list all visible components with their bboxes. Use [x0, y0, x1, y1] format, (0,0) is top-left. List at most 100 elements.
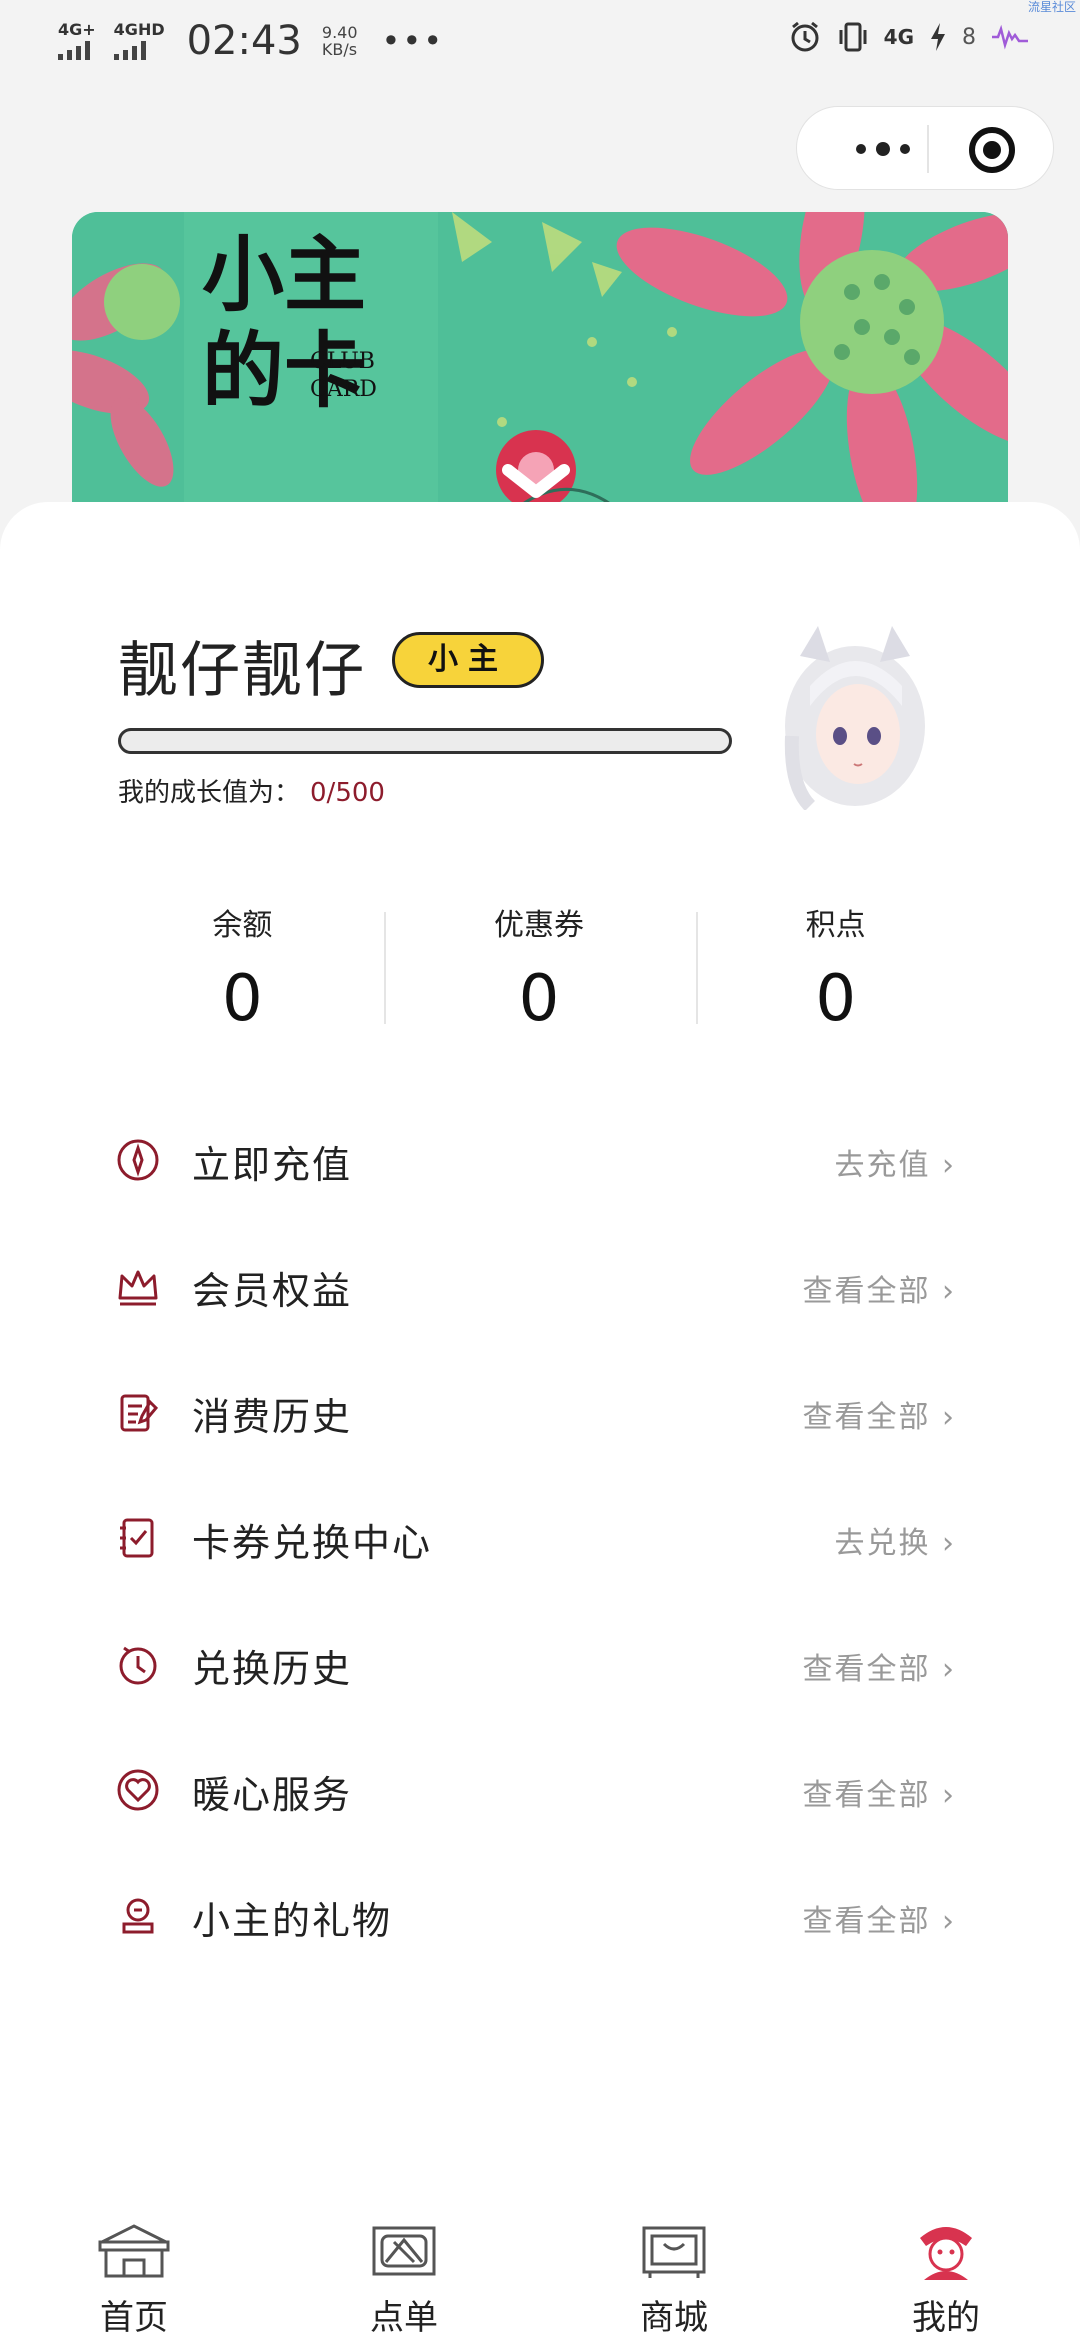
menu-benefits[interactable]: 会员权益 查看全部 › [0, 1220, 1080, 1346]
menu-exchange-history-action[interactable]: 查看全部 › [802, 1644, 956, 1688]
growth-label: 我的成长值为： [118, 778, 301, 808]
tab-order-label: 点单 [370, 2298, 438, 2338]
tab-home-label: 首页 [100, 2298, 168, 2338]
network-speed: 9.40 KB/s [322, 24, 358, 58]
signal-2: 4GHD [113, 20, 165, 60]
menu-voucher-center[interactable]: 卡券兑换中心 去兑换 › [0, 1472, 1080, 1598]
user-name: 靓仔靓仔 [118, 636, 366, 706]
menu-benefits-title: 会员权益 [192, 1269, 353, 1313]
stat-points-label: 积点 [805, 908, 866, 943]
menu-recharge-action-label: 去充值 [834, 1148, 931, 1183]
chevron-right-icon: › [942, 1526, 956, 1561]
club-card-banner[interactable]: 小主 的卡 CLUB CARD [72, 212, 1008, 532]
brand-subtitle: CLUB CARD [310, 348, 377, 404]
network-type: 4G [883, 25, 914, 49]
growth-value: 0/500 [310, 778, 385, 808]
menu-spending-history-title: 消费历史 [192, 1395, 353, 1439]
stat-points-value: 0 [815, 962, 857, 1036]
order-icon [372, 2226, 436, 2276]
chevron-right-icon: › [942, 1904, 956, 1939]
stat-coupons-value: 0 [518, 962, 560, 1036]
speed-value: 9.40 [321, 23, 358, 42]
brand-sub-line2: CARD [310, 377, 377, 402]
menu-gifts-action-label: 查看全部 [802, 1904, 931, 1939]
chevron-right-icon: › [942, 1778, 956, 1813]
more-menu-button[interactable] [837, 131, 929, 167]
bottom-tab-bar: 首页 点单 商城 我的 [0, 2200, 1080, 2340]
checklist-icon [120, 1518, 154, 1558]
tab-profile-label: 我的 [912, 2298, 980, 2338]
menu-care-service[interactable]: 暖心服务 查看全部 › [0, 1724, 1080, 1850]
chevron-right-icon: › [942, 1148, 956, 1183]
stat-points[interactable]: 积点 0 [687, 882, 984, 1036]
menu-recharge-title: 立即充值 [192, 1143, 353, 1187]
corner-watermark: 流星社区 [1027, 0, 1076, 14]
menu-gifts-action[interactable]: 查看全部 › [802, 1896, 956, 1940]
signal-1: 4G+ [58, 22, 96, 60]
stat-coupons-label: 优惠券 [494, 908, 584, 943]
vibrate-icon [839, 22, 867, 52]
more-notifications-icon: ••• [381, 22, 445, 60]
stat-balance-label: 余额 [212, 908, 273, 943]
status-bar: 4G+ 4GHD 02:43 9.40 KB/s ••• 4G 8 流星社区 [0, 0, 1080, 80]
close-miniprogram-button[interactable] [969, 127, 1015, 173]
chevron-right-icon: › [942, 1400, 956, 1435]
chevron-right-icon: › [942, 1652, 956, 1687]
charging-icon [931, 23, 945, 51]
battery-level: 8 [962, 24, 976, 50]
stat-coupons[interactable]: 优惠券 0 [391, 882, 688, 1036]
tab-profile[interactable]: 我的 [866, 2222, 1026, 2339]
chevron-right-icon: › [942, 1274, 956, 1309]
signal-1-label: 4G+ [58, 20, 96, 39]
receipt-icon [120, 1394, 159, 1432]
menu-recharge-action[interactable]: 去充值 › [834, 1140, 956, 1184]
menu-care-service-title: 暖心服务 [192, 1773, 353, 1817]
tab-mall[interactable]: 商城 [594, 2222, 754, 2339]
menu-spending-history-action[interactable]: 查看全部 › [802, 1392, 956, 1436]
stat-balance[interactable]: 余额 0 [94, 882, 391, 1036]
menu-gifts[interactable]: 小主的礼物 查看全部 › [0, 1850, 1080, 1976]
tab-order[interactable]: 点单 [324, 2222, 484, 2339]
gift-icon [122, 1898, 154, 1934]
menu-spending-history[interactable]: 消费历史 查看全部 › [0, 1346, 1080, 1472]
asset-stats: 余额 0 优惠券 0 积点 0 [94, 882, 984, 1036]
growth-progress-bar [118, 728, 732, 754]
alarm-icon [791, 21, 819, 52]
menu-gifts-title: 小主的礼物 [192, 1899, 393, 1943]
tab-home[interactable]: 首页 [54, 2222, 214, 2339]
crown-icon [118, 1270, 158, 1306]
miniprogram-capsule [796, 106, 1054, 190]
signal-2-label: 4GHD [113, 20, 165, 39]
menu-benefits-action[interactable]: 查看全部 › [802, 1266, 956, 1310]
menu-spending-history-action-label: 查看全部 [802, 1400, 931, 1435]
avatar[interactable] [770, 616, 940, 810]
menu-recharge[interactable]: 立即充值 去充值 › [0, 1094, 1080, 1220]
mall-icon [642, 2226, 706, 2278]
stat-balance-value: 0 [221, 962, 263, 1036]
capsule-divider [927, 125, 929, 173]
profile-icon [920, 2227, 972, 2280]
stat-divider [696, 912, 698, 1024]
menu-exchange-history-action-label: 查看全部 [802, 1652, 931, 1687]
menu-exchange-history[interactable]: 兑换历史 查看全部 › [0, 1598, 1080, 1724]
menu-voucher-center-action-label: 去兑换 [834, 1526, 931, 1561]
menu-benefits-action-label: 查看全部 [802, 1274, 931, 1309]
brand-title-line1: 小主 [202, 227, 367, 323]
signal-bars-icon [58, 40, 90, 60]
signal-bars-icon [113, 40, 146, 60]
menu-care-service-action-label: 查看全部 [802, 1778, 931, 1813]
menu-care-service-action[interactable]: 查看全部 › [802, 1770, 956, 1814]
clock: 02:43 [186, 18, 302, 64]
speed-unit: KB/s [321, 40, 358, 59]
compass-icon [117, 1139, 159, 1181]
stat-divider [384, 912, 386, 1024]
brand-sub-line1: CLUB [310, 349, 375, 374]
voice-wave-icon [992, 24, 1028, 50]
tab-mall-label: 商城 [640, 2298, 708, 2338]
menu-voucher-center-action[interactable]: 去兑换 › [834, 1518, 956, 1562]
clock-icon [119, 1646, 157, 1685]
brand-wordmark: 小主 的卡 CLUB CARD [202, 227, 377, 416]
shop-icon [98, 2224, 170, 2278]
heart-icon [117, 1769, 159, 1811]
member-level-badge: 小主 [392, 632, 544, 688]
